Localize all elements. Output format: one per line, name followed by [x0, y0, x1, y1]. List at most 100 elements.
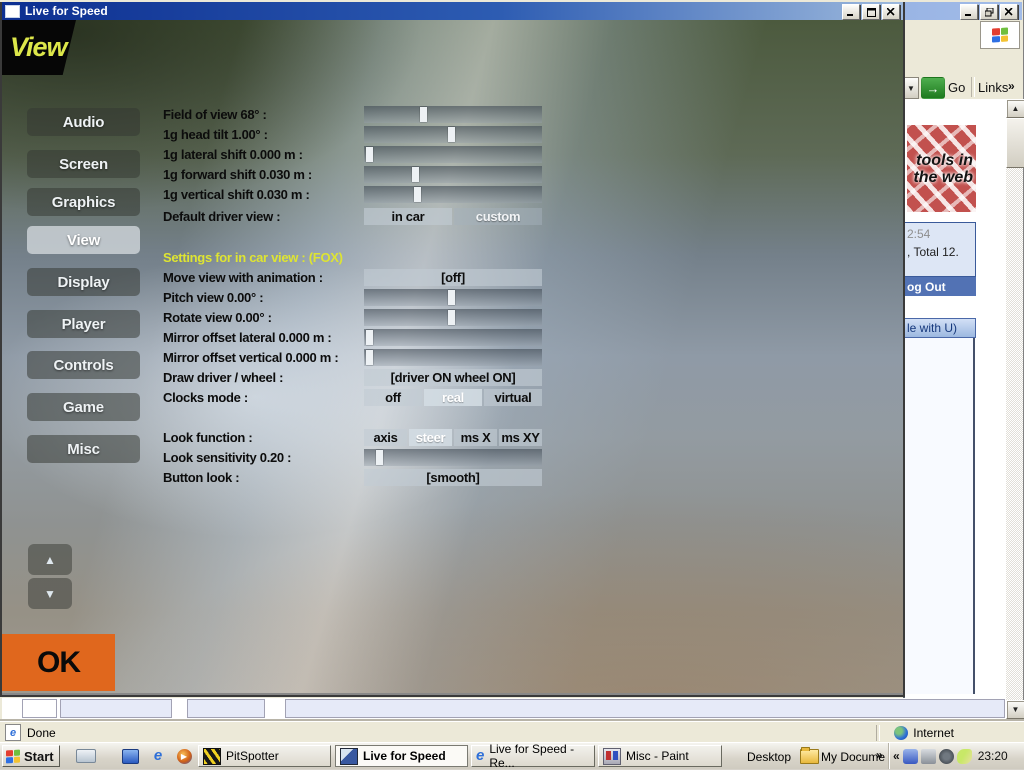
slider-handle[interactable] [413, 187, 421, 202]
slider-handle[interactable] [375, 450, 383, 465]
look-function-options: axis steer ms X ms XY [364, 429, 542, 446]
label-forward-shift: 1g forward shift 0.030 m : [163, 167, 312, 182]
desktop-toolbar-label[interactable]: Desktop [747, 750, 791, 764]
slider-lateral-shift[interactable] [364, 146, 542, 163]
sidebar-item-graphics[interactable]: Graphics [27, 188, 140, 216]
driver-view-options: in car custom [364, 208, 542, 225]
option-clocks-real[interactable]: real [424, 389, 482, 406]
ok-button[interactable]: OK [2, 634, 115, 691]
my-documents-folder-icon[interactable] [800, 747, 819, 764]
label-move-view: Move view with animation : [163, 270, 323, 285]
slider-rotate-view[interactable] [364, 309, 542, 326]
lfs-titlebar[interactable]: Live for Speed [2, 2, 903, 20]
login-total: , Total 12. [907, 245, 959, 259]
slider-mirror-lateral[interactable] [364, 329, 542, 346]
slider-handle[interactable] [365, 330, 373, 345]
task-misc-paint[interactable]: Misc - Paint [598, 745, 722, 767]
form-cell-2 [187, 699, 265, 718]
option-look-steer[interactable]: steer [409, 429, 452, 446]
ie-e-icon: e [476, 747, 485, 764]
slider-handle[interactable] [447, 127, 455, 142]
lfs-content: View Audio Screen Graphics View Display … [2, 20, 903, 693]
go-label[interactable]: Go [948, 80, 965, 95]
links-chevron[interactable]: » [1008, 79, 1015, 93]
sidebar-item-screen[interactable]: Screen [27, 150, 140, 178]
slider-handle[interactable] [365, 350, 373, 365]
ie-minimize-button[interactable] [960, 4, 978, 20]
links-label[interactable]: Links [978, 80, 1008, 95]
option-clocks-virtual[interactable]: virtual [484, 389, 542, 406]
taskbar: Start e ▶ PitSpotter Live for Speed e Li… [0, 742, 1024, 770]
label-pitch-view: Pitch view 0.00° : [163, 290, 264, 305]
banner-line1: tools in [916, 151, 973, 169]
page-scroll-down-button[interactable]: ▼ [28, 578, 72, 609]
page-scroll-up-button[interactable]: ▲ [28, 544, 72, 575]
start-button[interactable]: Start [2, 745, 60, 767]
sidebar-item-player[interactable]: Player [27, 310, 140, 338]
slider-handle[interactable] [420, 107, 428, 122]
ie-restore-button[interactable] [980, 4, 998, 20]
hardware-icon[interactable] [920, 748, 936, 764]
slider-pitch-view[interactable] [364, 289, 542, 306]
slider-field-of-view[interactable] [364, 106, 542, 123]
address-dropdown-button[interactable]: ▼ [903, 77, 919, 99]
button-look-value[interactable]: [smooth] [364, 469, 542, 486]
page-panel [905, 338, 975, 694]
scroll-down-button[interactable]: ▼ [1006, 700, 1024, 719]
sidebar-item-display[interactable]: Display [27, 268, 140, 296]
sidebar-item-view[interactable]: View [27, 226, 140, 254]
media-player-icon[interactable]: ▶ [174, 747, 194, 765]
logout-link[interactable]: og Out [905, 277, 976, 296]
sidebar-item-game[interactable]: Game [27, 393, 140, 421]
messenger-icon[interactable] [902, 748, 918, 764]
slider-mirror-vertical[interactable] [364, 349, 542, 366]
slider-forward-shift[interactable] [364, 166, 542, 183]
form-input-small[interactable] [22, 699, 57, 718]
slider-vertical-shift[interactable] [364, 186, 542, 203]
slider-head-tilt[interactable] [364, 126, 542, 143]
bird-icon[interactable] [956, 748, 972, 764]
tray-collapse-chevron[interactable]: « [893, 749, 900, 763]
show-keyboard-icon[interactable] [76, 747, 96, 765]
sidebar-item-misc[interactable]: Misc [27, 435, 140, 463]
option-look-msxy[interactable]: ms XY [499, 429, 542, 446]
slider-handle[interactable] [411, 167, 419, 182]
option-look-axis[interactable]: axis [364, 429, 407, 446]
slider-handle[interactable] [365, 147, 373, 162]
ie-close-button[interactable] [1000, 4, 1018, 20]
option-custom[interactable]: custom [454, 208, 542, 225]
pitspotter-icon [203, 747, 221, 765]
lfs-maximize-button[interactable] [862, 4, 880, 20]
task-lfs-webpage[interactable]: e Live for Speed - Re... [471, 742, 595, 770]
taskbar-clock: 23:20 [977, 749, 1008, 763]
toolbar-overflow-chevron[interactable]: » [876, 748, 883, 762]
ie-quicklaunch-icon[interactable]: e [148, 747, 168, 765]
lfs-minimize-button[interactable] [842, 4, 860, 20]
sidebar-item-audio[interactable]: Audio [27, 108, 140, 136]
lfs-close-button[interactable] [882, 4, 900, 20]
button-draw-driver-value[interactable]: [driver ON wheel ON] [364, 369, 542, 386]
option-clocks-off[interactable]: off [364, 389, 422, 406]
volume-icon[interactable] [938, 748, 954, 764]
scroll-up-button[interactable]: ▲ [1006, 99, 1024, 118]
lfs-app-icon [5, 4, 20, 18]
option-look-msx[interactable]: ms X [454, 429, 497, 446]
button-move-view-value[interactable]: [off] [364, 269, 542, 286]
option-in-car[interactable]: in car [364, 208, 452, 225]
label-button-look: Button look : [163, 470, 240, 485]
window-shortcut-icon[interactable] [120, 747, 140, 765]
down-arrow-icon: ▼ [44, 586, 56, 601]
go-button[interactable]: → [921, 77, 945, 99]
ie-vertical-scrollbar[interactable]: ▲ ▼ [1006, 99, 1024, 720]
scroll-thumb[interactable] [1006, 118, 1024, 168]
system-tray: « 23:20 [888, 743, 1024, 769]
task-live-for-speed[interactable]: Live for Speed [335, 745, 468, 767]
slider-handle[interactable] [447, 290, 455, 305]
task-pitspotter[interactable]: PitSpotter [198, 745, 331, 767]
label-clocks-mode: Clocks mode : [163, 390, 248, 405]
slider-handle[interactable] [447, 310, 455, 325]
slider-look-sensitivity[interactable] [364, 449, 542, 466]
sidebar-item-controls[interactable]: Controls [27, 351, 140, 379]
label-default-driver-view: Default driver view : [163, 209, 281, 224]
status-text: Done [27, 725, 56, 740]
